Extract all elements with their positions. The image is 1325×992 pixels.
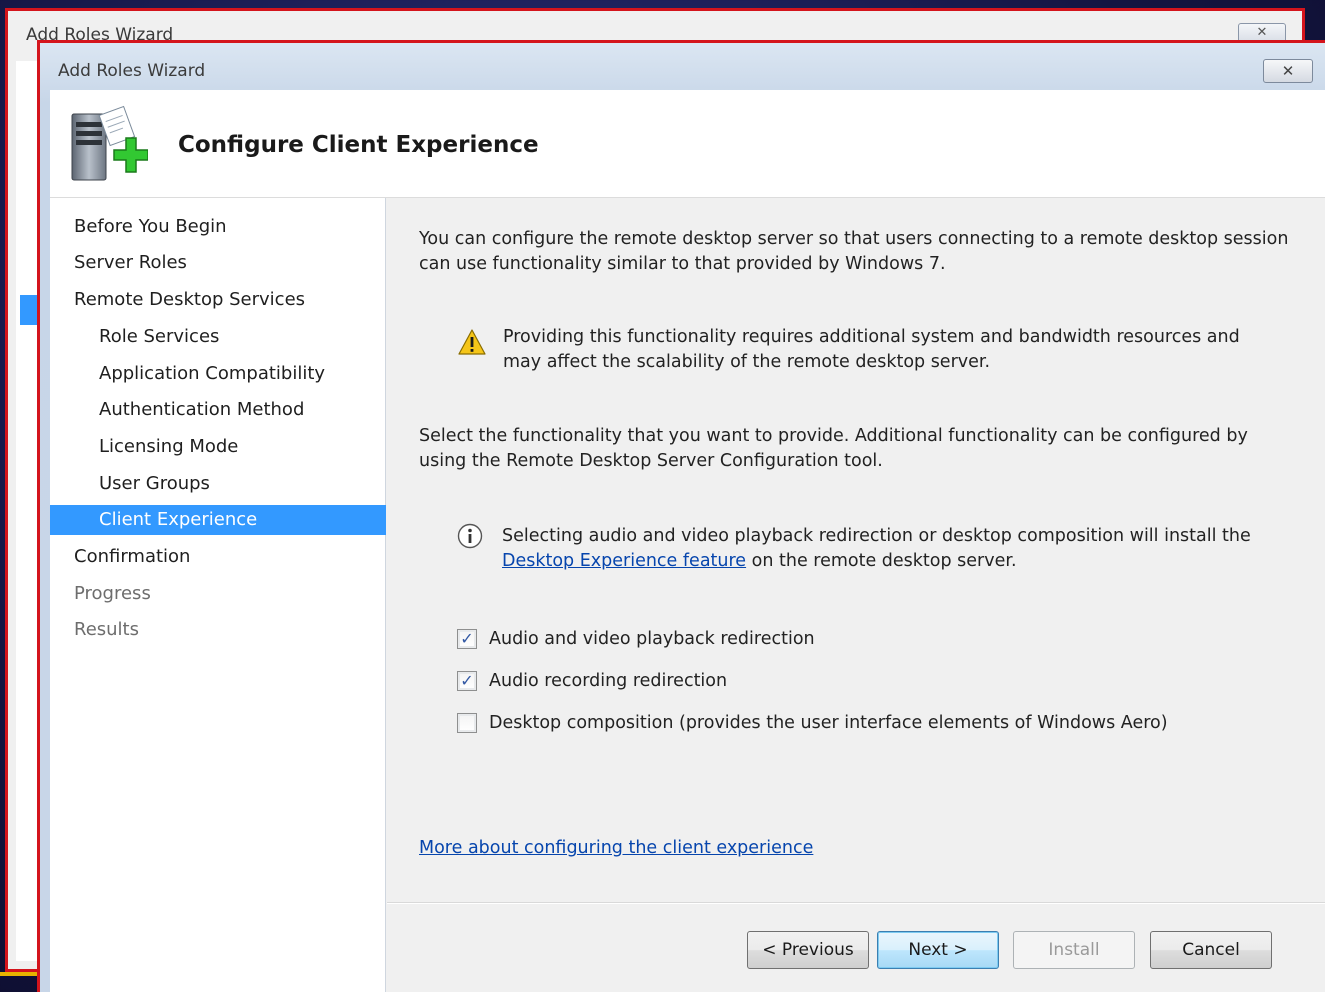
intro-line-2: can use functionality similar to that pr… bbox=[419, 254, 946, 274]
server-add-icon bbox=[71, 105, 148, 181]
install-button: Install bbox=[1013, 931, 1135, 969]
select-line-2: using the Remote Desktop Server Configur… bbox=[419, 451, 883, 471]
warning-icon bbox=[458, 329, 486, 355]
nav-item-client-experience[interactable]: Client Experience bbox=[50, 505, 386, 535]
button-divider bbox=[387, 902, 1325, 904]
nav-item-server-roles[interactable]: Server Roles bbox=[50, 248, 386, 278]
previous-button[interactable]: < Previous bbox=[747, 931, 869, 969]
nav-item-remote-desktop-services[interactable]: Remote Desktop Services bbox=[50, 285, 386, 315]
add-roles-wizard-dialog: Add Roles Wizard ✕ Configure Client Expe… bbox=[37, 40, 1325, 992]
nav-item-before-you-begin[interactable]: Before You Begin bbox=[50, 212, 386, 242]
more-about-client-experience-link[interactable]: More about configuring the client experi… bbox=[419, 838, 813, 858]
nav-item-user-groups[interactable]: User Groups bbox=[50, 469, 386, 499]
option-desktop-composition[interactable]: Desktop composition (provides the user i… bbox=[457, 711, 1168, 735]
info-line-2: Desktop Experience feature on the remote… bbox=[502, 549, 1251, 574]
option-audio-recording[interactable]: ✓ Audio recording redirection bbox=[457, 669, 727, 693]
intro-text: You can configure the remote desktop ser… bbox=[419, 227, 1288, 277]
page-title: Configure Client Experience bbox=[178, 132, 539, 158]
info-text: Selecting audio and video playback redir… bbox=[502, 524, 1251, 574]
wizard-header: Configure Client Experience bbox=[50, 90, 1325, 198]
select-functionality-text: Select the functionality that you want t… bbox=[419, 424, 1248, 474]
option-audio-video-playback[interactable]: ✓ Audio and video playback redirection bbox=[457, 627, 815, 651]
nav-item-licensing-mode[interactable]: Licensing Mode bbox=[50, 432, 386, 462]
nav-item-role-services[interactable]: Role Services bbox=[50, 322, 386, 352]
nav-item-progress: Progress bbox=[74, 583, 151, 604]
nav-item-application-compatibility[interactable]: Application Compatibility bbox=[50, 359, 386, 389]
title-bar[interactable]: Add Roles Wizard ✕ bbox=[40, 43, 1325, 93]
checkbox-desktop-composition[interactable] bbox=[457, 713, 477, 733]
option-label: Audio and video playback redirection bbox=[489, 629, 815, 649]
dialog-client-area: Configure Client Experience Before You B… bbox=[50, 90, 1325, 992]
nav-item-authentication-method[interactable]: Authentication Method bbox=[50, 395, 386, 425]
next-button[interactable]: Next > bbox=[877, 931, 999, 969]
option-label: Audio recording redirection bbox=[489, 671, 728, 691]
info-line-2-rest: on the remote desktop server. bbox=[746, 551, 1017, 571]
checkmark-icon: ✓ bbox=[460, 671, 474, 690]
nav-item-confirmation[interactable]: Confirmation bbox=[50, 542, 386, 572]
checkbox-audio-video-playback[interactable]: ✓ bbox=[457, 629, 477, 649]
warning-line-2: may affect the scalability of the remote… bbox=[503, 352, 991, 372]
taskbar-edge bbox=[0, 972, 40, 976]
cancel-button[interactable]: Cancel bbox=[1150, 931, 1272, 969]
wizard-step-nav: Before You Begin Server Roles Remote Des… bbox=[50, 198, 386, 992]
warning-line-1: Providing this functionality requires ad… bbox=[503, 327, 1240, 347]
window-title: Add Roles Wizard bbox=[58, 61, 206, 81]
desktop-experience-link[interactable]: Desktop Experience feature bbox=[502, 551, 746, 571]
close-icon: ✕ bbox=[1281, 61, 1295, 80]
warning-text: Providing this functionality requires ad… bbox=[503, 325, 1240, 375]
info-line-1: Selecting audio and video playback redir… bbox=[502, 526, 1251, 546]
option-label: Desktop composition (provides the user i… bbox=[489, 713, 1168, 733]
close-button[interactable]: ✕ bbox=[1263, 59, 1313, 83]
checkbox-audio-recording[interactable]: ✓ bbox=[457, 671, 477, 691]
nav-item-results: Results bbox=[74, 619, 139, 640]
select-line-1: Select the functionality that you want t… bbox=[419, 426, 1248, 446]
info-icon bbox=[457, 523, 483, 549]
checkmark-icon: ✓ bbox=[460, 629, 474, 648]
intro-line-1: You can configure the remote desktop ser… bbox=[419, 229, 1289, 249]
wizard-content: You can configure the remote desktop ser… bbox=[387, 198, 1325, 992]
